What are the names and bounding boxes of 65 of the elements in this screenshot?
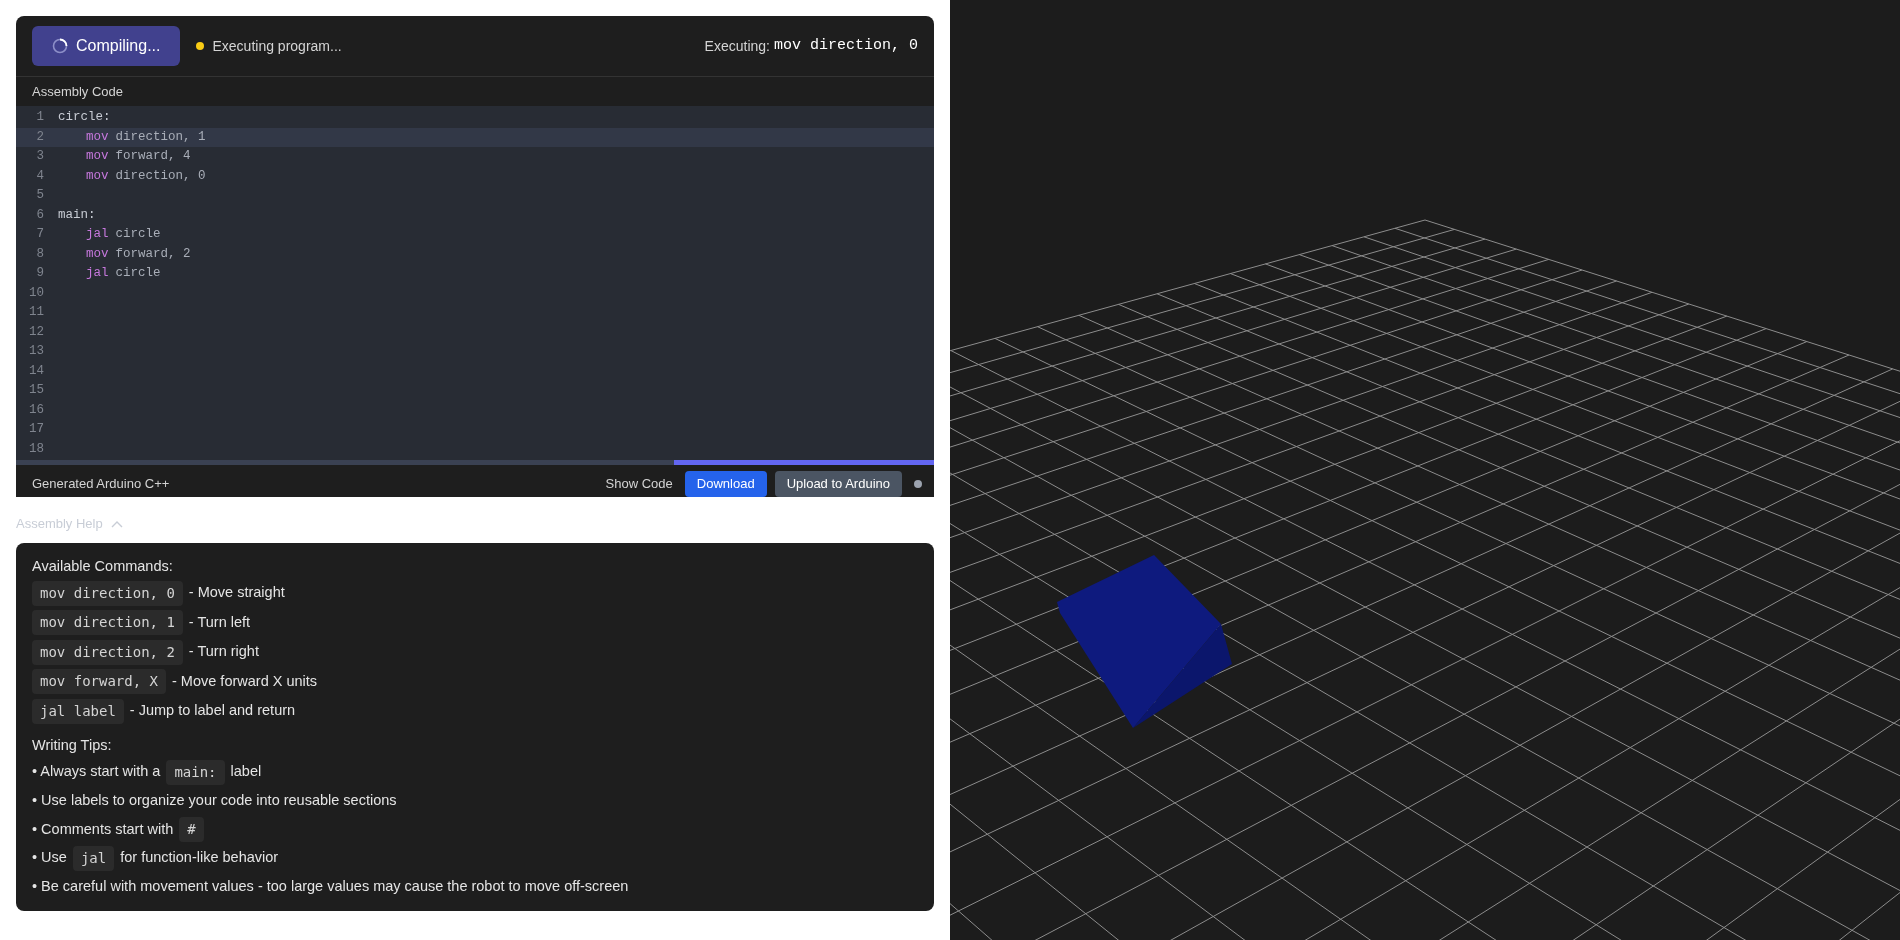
code-chip: main: (166, 759, 225, 785)
command-description: - Turn left (188, 612, 251, 632)
code-editor[interactable]: 1 circle: 2 mov direction, 1 3 mov forward, 4 4 mov direction, 0 5 6 main: 7 jal circle 8 mov forward, 2 9 jal circle 10 11 12 13 14 15 16 17 18 (16, 106, 934, 460)
line-number: 8 (35, 245, 44, 263)
code-chip: # (179, 817, 204, 842)
tip-text: • Use labels to organize your code into reusable sections (32, 791, 397, 810)
generated-title: Generated Arduino C++ (32, 474, 170, 493)
code-operands: forward, 4 (115, 148, 191, 166)
line-number: 6 (35, 206, 44, 224)
tip-text: • Always start with a (32, 762, 161, 782)
spinner-icon (52, 38, 68, 54)
code-operands: forward, 2 (115, 245, 191, 263)
line-number: 18 (28, 440, 44, 458)
executing-label: Executing: (704, 36, 770, 56)
editor-title: Assembly Code (32, 82, 124, 101)
command-description: - Turn right (188, 642, 259, 662)
line-number: 17 (28, 421, 44, 439)
line-number: 14 (28, 362, 44, 380)
code-chip: mov direction, 0 (32, 580, 183, 606)
code-operands: circle (115, 265, 161, 283)
line-number: 12 (28, 323, 44, 341)
line-number: 1 (35, 109, 44, 127)
code-keyword: jal (86, 226, 109, 244)
line-number: 3 (35, 148, 44, 166)
line-number: 10 (28, 284, 44, 302)
code-keyword: mov (86, 148, 109, 166)
tip-text: for function-like behavior (120, 848, 279, 868)
code-operands: direction, 1 (115, 128, 206, 146)
line-number: 2 (35, 128, 44, 146)
line-number: 16 (28, 401, 44, 419)
code-chip: mov direction, 1 (32, 610, 183, 636)
code-label: main: (58, 206, 96, 224)
line-number: 7 (35, 226, 44, 244)
commands-title: Available Commands: (32, 556, 174, 576)
line-number: 9 (35, 265, 44, 283)
show-code-button[interactable]: Show Code (601, 473, 677, 494)
compile-button[interactable]: Compiling... (32, 26, 181, 66)
command-description: - Move straight (188, 583, 285, 603)
line-number: 5 (35, 187, 44, 205)
code-operands: circle (115, 226, 161, 244)
command-description: - Move forward X units (172, 671, 318, 691)
tip-text: • Comments start with (32, 819, 174, 839)
code-keyword: mov (86, 245, 109, 263)
code-label: circle: (58, 109, 111, 127)
download-button[interactable]: Download (684, 470, 767, 497)
code-operands: direction, 0 (115, 167, 206, 185)
tip-text: • Use (32, 848, 67, 868)
tips-title: Writing Tips: (32, 736, 113, 756)
code-chip: jal label (32, 698, 124, 724)
code-keyword: jal (86, 265, 109, 283)
status-text: Executing program... (212, 36, 342, 56)
tip-text: • Be careful with movement values - too large values may cause the robot to move off-screen (32, 876, 629, 896)
code-keyword: mov (86, 128, 109, 146)
line-number: 13 (28, 343, 44, 361)
code-chip: jal (72, 845, 115, 871)
code-chip: mov forward, X (32, 669, 166, 695)
tip-text: label (230, 762, 262, 782)
line-number: 4 (35, 167, 44, 185)
line-number: 11 (28, 304, 44, 322)
current-instruction: mov direction, 0 (773, 35, 918, 56)
code-keyword: mov (86, 167, 109, 185)
command-description: - Jump to label and return (129, 701, 296, 721)
upload-button[interactable]: Upload to Arduino (774, 470, 902, 497)
code-chip: mov direction, 2 (32, 639, 183, 665)
line-number: 15 (28, 382, 44, 400)
